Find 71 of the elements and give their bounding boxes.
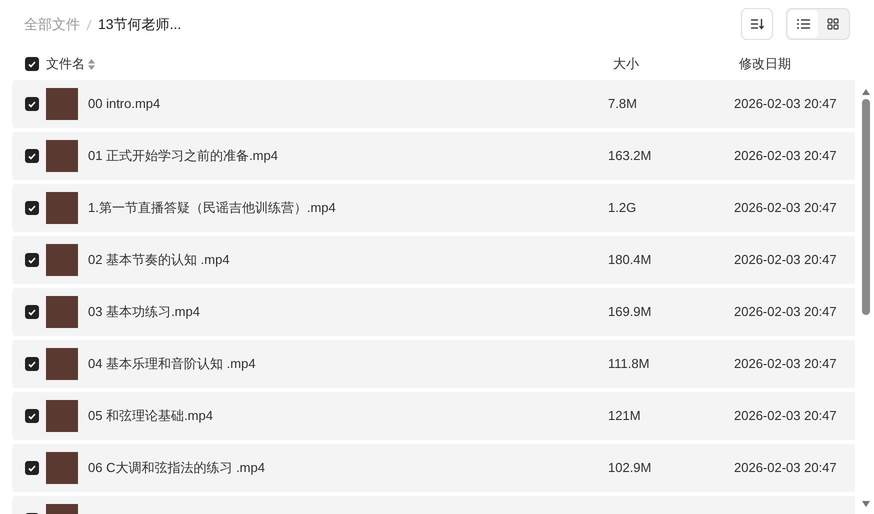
date-column-header[interactable]: 修改日期 — [739, 54, 791, 74]
checkmark-icon — [28, 152, 36, 160]
modified-date: 2026-02-03 20:47 — [734, 199, 837, 218]
file-name: 00 intro.mp4 — [88, 95, 162, 114]
checkbox[interactable] — [25, 149, 39, 163]
file-name: 03 基本功练习.mp4 — [88, 303, 201, 322]
video-thumbnail — [46, 452, 78, 484]
file-row[interactable]: 03 基本功练习.mp4 169.9M 2026-02-03 20:47 — [12, 288, 856, 336]
file-name: 02 基本节奏的认知 .mp4 — [88, 251, 231, 270]
checkbox[interactable] — [25, 461, 39, 475]
video-thumbnail — [46, 400, 78, 432]
video-thumbnail — [46, 296, 78, 328]
checkbox[interactable] — [25, 97, 39, 111]
file-name: 1.第一节直播答疑（民谣吉他训练营）.mp4 — [88, 199, 337, 218]
checkbox[interactable] — [25, 253, 39, 267]
modified-date: 2026-02-03 20:47 — [734, 355, 837, 374]
checkbox[interactable] — [25, 305, 39, 319]
file-row[interactable]: 02 基本节奏的认知 .mp4 180.4M 2026-02-03 20:47 — [12, 236, 856, 284]
modified-date: 2026-02-03 20:47 — [734, 147, 837, 166]
file-name: 05 和弦理论基础.mp4 — [88, 407, 214, 426]
modified-date: 2026-02-03 20:47 — [734, 407, 837, 426]
grid-icon — [827, 18, 839, 30]
list-icon — [796, 19, 810, 29]
scrollbar-thumb[interactable] — [862, 99, 870, 316]
sort-arrows-icon[interactable] — [88, 58, 96, 70]
checkbox[interactable] — [25, 201, 39, 215]
file-row[interactable]: 04 基本乐理和音阶认知 .mp4 111.8M 2026-02-03 20:47 — [12, 340, 856, 388]
modified-date: 2026-02-03 20:47 — [734, 459, 837, 478]
video-thumbnail — [46, 88, 78, 120]
sort-icon — [750, 18, 764, 30]
checkmark-icon — [28, 256, 36, 264]
file-size: 163.2M — [608, 147, 652, 166]
file-row[interactable]: 05 和弦理论基础.mp4 121M 2026-02-03 20:47 — [12, 392, 856, 440]
scroll-up-icon[interactable] — [861, 88, 872, 96]
name-column-header[interactable]: 文件名 — [46, 54, 85, 74]
video-thumbnail — [46, 348, 78, 380]
video-thumbnail — [46, 244, 78, 276]
file-size: 169.9M — [608, 303, 652, 322]
modified-date: 2026-02-03 20:47 — [734, 251, 837, 270]
checkmark-icon — [28, 360, 36, 368]
file-size: 121M — [608, 407, 642, 426]
file-name: 06 C大调和弦指法的练习 .mp4 — [88, 459, 266, 478]
modified-date: 2026-02-03 20:47 — [734, 303, 837, 322]
checkmark-icon — [28, 60, 36, 68]
file-row[interactable]: 1.第一节直播答疑（民谣吉他训练营）.mp4 1.2G 2026-02-03 20:47 — [12, 184, 856, 232]
file-size: 180.4M — [608, 251, 652, 270]
list-view-button[interactable] — [788, 10, 818, 38]
file-row[interactable]: 00 intro.mp4 7.8M 2026-02-03 20:47 — [12, 80, 856, 128]
checkbox[interactable] — [25, 57, 39, 71]
checkbox[interactable] — [25, 409, 39, 423]
checkmark-icon — [28, 464, 36, 472]
modified-date: 2026-02-03 20:47 — [734, 95, 837, 114]
checkbox[interactable] — [25, 357, 39, 371]
checkmark-icon — [28, 204, 36, 212]
file-size: 7.8M — [608, 95, 638, 114]
sort-button[interactable] — [741, 8, 773, 40]
file-name: 04 基本乐理和音阶认知 .mp4 — [88, 355, 257, 374]
video-thumbnail — [46, 192, 78, 224]
size-column-header[interactable]: 大小 — [613, 54, 639, 74]
checkmark-icon — [28, 412, 36, 420]
checkmark-icon — [28, 308, 36, 316]
file-name: 01 正式开始学习之前的准备.mp4 — [88, 147, 279, 166]
breadcrumb-current: 13节何老师... — [98, 14, 182, 34]
video-thumbnail — [46, 140, 78, 172]
file-row[interactable]: 01 正式开始学习之前的准备.mp4 163.2M 2026-02-03 20:47 — [12, 132, 856, 180]
file-size: 102.9M — [608, 459, 652, 478]
file-size: 1.2G — [608, 199, 638, 218]
checkmark-icon — [28, 100, 36, 108]
scroll-down-icon[interactable] — [861, 500, 872, 508]
file-row[interactable]: 06 C大调和弦指法的练习 .mp4 102.9M 2026-02-03 20:47 — [12, 444, 856, 492]
file-size: 111.8M — [608, 355, 650, 374]
